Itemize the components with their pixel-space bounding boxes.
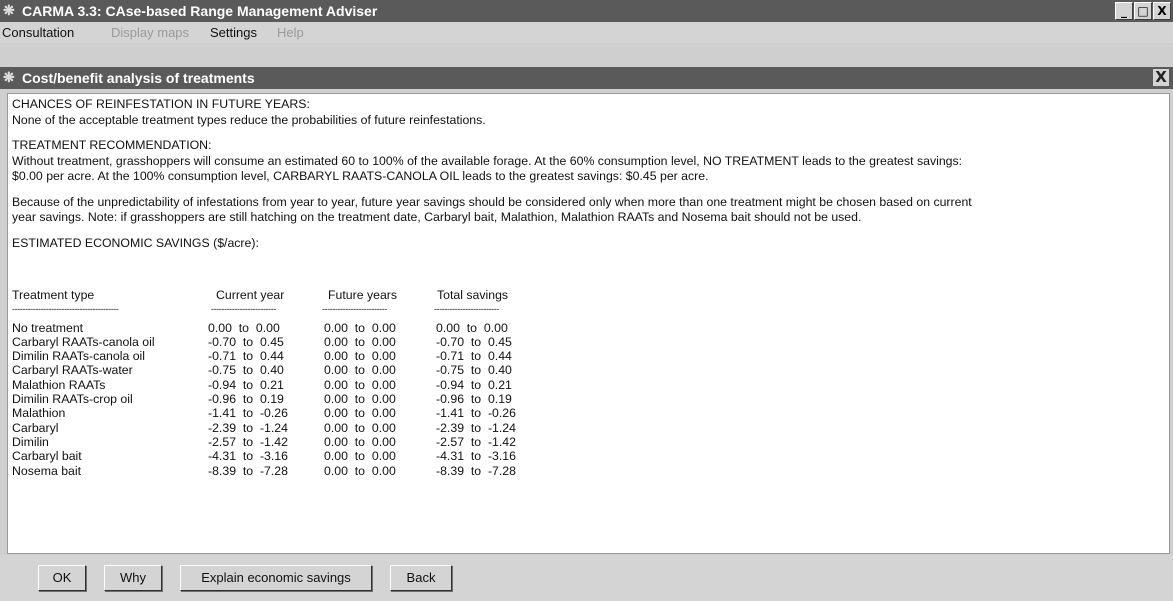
cell-current-year: -0.71 to 0.44 <box>208 349 284 364</box>
cell-future-years: 0.00 to 0.00 <box>324 449 396 464</box>
cell-current-year: -0.96 to 0.19 <box>208 392 284 407</box>
window-controls: _ □ X <box>1114 2 1171 20</box>
cell-total-savings: -0.96 to 0.19 <box>436 392 512 407</box>
cell-current-year: 0.00 to 0.00 <box>208 320 280 335</box>
cell-total-savings: 0.00 to 0.00 <box>436 320 508 335</box>
ok-button[interactable]: OK <box>38 565 86 591</box>
cell-treatment: Carbaryl <box>12 420 59 435</box>
grasshopper-icon: ❋ <box>3 69 15 85</box>
cell-current-year: -2.39 to -1.24 <box>208 420 288 435</box>
menu-display-maps[interactable]: Display maps <box>111 25 189 40</box>
reinfestation-text: None of the acceptable treatment types r… <box>12 112 486 127</box>
cell-total-savings: -0.71 to 0.44 <box>436 349 512 364</box>
cell-treatment: Dimilin <box>12 434 49 449</box>
cell-treatment: Carbaryl RAATs-canola oil <box>12 334 155 349</box>
cell-future-years: 0.00 to 0.00 <box>324 349 396 364</box>
cell-current-year: -0.75 to 0.40 <box>208 363 284 378</box>
back-button[interactable]: Back <box>390 565 452 591</box>
explain-savings-button[interactable]: Explain economic savings <box>180 565 372 591</box>
cell-total-savings: -0.75 to 0.40 <box>436 363 512 378</box>
cell-treatment: Nosema bait <box>12 463 82 478</box>
cell-total-savings: -0.70 to 0.45 <box>436 334 512 349</box>
cell-total-savings: -2.57 to -1.42 <box>436 434 516 449</box>
column-header-treatment: Treatment type <box>12 288 95 302</box>
column-header-future: Future years <box>328 288 398 302</box>
recommendation-text-line1: Without treatment, grasshoppers will con… <box>12 153 963 168</box>
cell-future-years: 0.00 to 0.00 <box>324 463 396 478</box>
report-text: CHANCES OF REINFESTATION IN FUTURE YEARS… <box>12 97 972 251</box>
cell-future-years: 0.00 to 0.00 <box>324 320 396 335</box>
cell-current-year: -2.57 to -1.42 <box>208 434 288 449</box>
caution-text-line1: Because of the unpredictability of infes… <box>12 194 972 209</box>
cell-current-year: -4.31 to -3.16 <box>208 449 288 464</box>
cell-future-years: 0.00 to 0.00 <box>324 334 396 349</box>
maximize-button[interactable]: □ <box>1134 2 1152 20</box>
cell-treatment: Carbaryl RAATs-water <box>12 363 133 378</box>
grasshopper-icon: ❋ <box>3 2 15 18</box>
menu-consultation[interactable]: Consultation <box>2 25 74 40</box>
menu-settings[interactable]: Settings <box>210 25 257 40</box>
dialog-title: Cost/benefit analysis of treatments <box>22 70 255 86</box>
why-button[interactable]: Why <box>104 565 162 591</box>
cell-treatment: Carbaryl bait <box>12 449 82 464</box>
cell-future-years: 0.00 to 0.00 <box>324 377 396 392</box>
recommendation-text-line2: $0.00 per acre. At the 100% consumption … <box>12 169 709 183</box>
cell-treatment: Dimilin RAATs-canola oil <box>12 349 146 364</box>
cell-treatment: No treatment <box>12 320 84 335</box>
cell-total-savings: -0.94 to 0.21 <box>436 377 512 392</box>
cell-total-savings: -4.31 to -3.16 <box>436 449 516 464</box>
reinfestation-heading: CHANCES OF REINFESTATION IN FUTURE YEARS… <box>12 97 310 111</box>
cell-total-savings: -2.39 to -1.24 <box>436 420 516 435</box>
cell-current-year: -0.70 to 0.45 <box>208 334 284 349</box>
cell-future-years: 0.00 to 0.00 <box>324 406 396 421</box>
cell-future-years: 0.00 to 0.00 <box>324 420 396 435</box>
savings-heading: ESTIMATED ECONOMIC SAVINGS ($/acre): <box>12 235 259 250</box>
cell-treatment: Dimilin RAATs-crop oil <box>12 392 133 407</box>
dialog-title-bar: ❋ Cost/benefit analysis of treatments X <box>0 67 1173 89</box>
app-title-bar: ❋ CARMA 3.3: CAse-based Range Management… <box>0 0 1173 22</box>
button-bar: OK Why Explain economic savings Back <box>0 555 1173 601</box>
cell-current-year: -0.94 to 0.21 <box>208 377 284 392</box>
report-panel[interactable]: CHANCES OF REINFESTATION IN FUTURE YEARS… <box>7 93 1170 554</box>
cell-future-years: 0.00 to 0.00 <box>324 392 396 407</box>
cell-total-savings: -8.39 to -7.28 <box>436 463 516 478</box>
menu-help[interactable]: Help <box>277 25 304 40</box>
cell-total-savings: -1.41 to -0.26 <box>436 406 516 421</box>
minimize-button[interactable]: _ <box>1115 2 1133 20</box>
recommendation-heading: TREATMENT RECOMMENDATION: <box>12 138 212 152</box>
cell-treatment: Malathion <box>12 406 66 421</box>
cell-current-year: -1.41 to -0.26 <box>208 406 288 421</box>
dialog-close-button[interactable]: X <box>1153 69 1169 86</box>
menu-bar: Consultation Display maps Settings Help <box>0 22 1173 43</box>
close-button[interactable]: X <box>1153 2 1171 20</box>
column-header-current: Current year <box>216 288 285 302</box>
cell-future-years: 0.00 to 0.00 <box>324 363 396 378</box>
column-header-total: Total savings <box>437 288 509 302</box>
cell-future-years: 0.00 to 0.00 <box>324 434 396 449</box>
cell-current-year: -8.39 to -7.28 <box>208 463 288 478</box>
cell-treatment: Malathion RAATs <box>12 377 106 392</box>
caution-text-line2: year savings. Note: if grasshoppers are … <box>12 210 862 224</box>
app-title: CARMA 3.3: CAse-based Range Management A… <box>22 3 378 19</box>
